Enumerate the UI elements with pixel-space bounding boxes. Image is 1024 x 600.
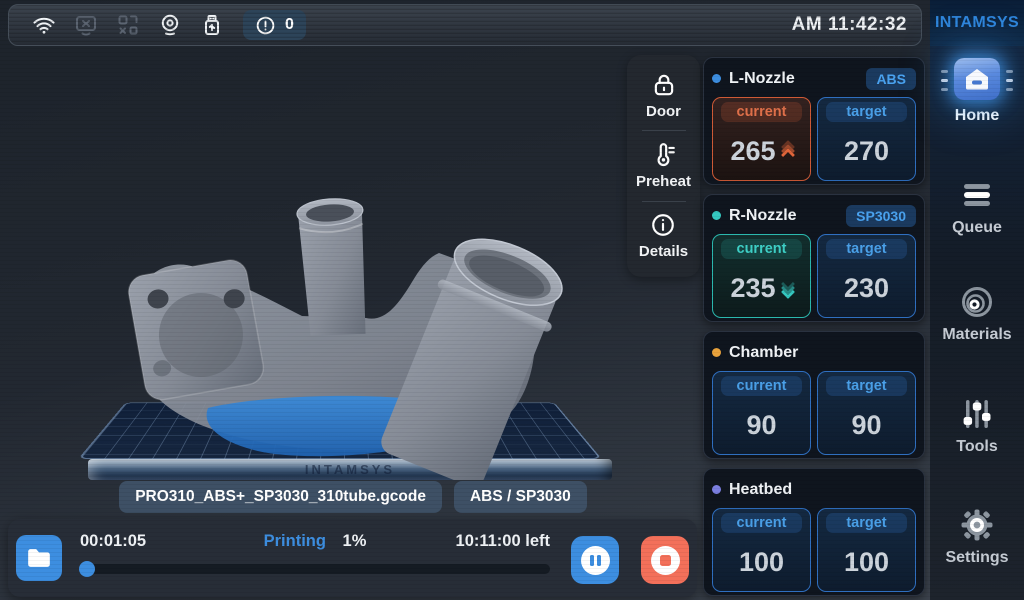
notification-badge[interactable]: 0 [243, 10, 306, 40]
preheat-button[interactable]: Preheat [636, 142, 691, 190]
target-value: 90 [851, 410, 881, 441]
trend-up-icon [783, 142, 793, 160]
current-value: 100 [739, 547, 784, 578]
status-dot [712, 211, 721, 220]
door-button[interactable]: Door [646, 72, 681, 120]
panel-title: Chamber [729, 344, 798, 362]
current-value: 265 [730, 136, 775, 167]
stop-button[interactable] [641, 536, 689, 584]
current-label: current [721, 513, 802, 533]
target-value: 100 [844, 547, 889, 578]
target-temp-card[interactable]: target 270 [817, 97, 916, 181]
panel-title: L-Nozzle [729, 70, 795, 88]
current-temp-card[interactable]: current 235 [712, 234, 811, 318]
details-button[interactable]: Details [639, 212, 688, 260]
thermometer-icon [651, 142, 677, 168]
sidebar-item-label: Queue [952, 219, 1002, 237]
sidebar-item-label: Materials [942, 326, 1011, 344]
current-temp-card[interactable]: current 100 [712, 508, 811, 592]
sidebar-item-settings[interactable]: Settings [930, 508, 1024, 567]
info-icon [650, 212, 676, 238]
quick-actions-panel: Door Preheat Details [627, 55, 700, 277]
target-label: target [826, 513, 907, 533]
material-badge: ABS [866, 68, 916, 90]
current-label: current [721, 376, 802, 396]
target-temp-card[interactable]: target 100 [817, 508, 916, 592]
percent-text: 1% [343, 532, 367, 550]
current-temp-card[interactable]: current 265 [712, 97, 811, 181]
preheat-label: Preheat [636, 173, 691, 190]
gcode-model-preview [40, 150, 640, 480]
sidebar-nav: INTAMSYS Home Queue Materi [930, 0, 1024, 600]
remaining-time: 10:11:00 left [456, 532, 550, 551]
gcode-filename-chip: PRO310_ABS+_SP3030_310tube.gcode [119, 481, 442, 513]
progress-bar[interactable] [80, 564, 550, 574]
model-viewer[interactable]: INTAMSYS [40, 150, 640, 480]
target-label: target [826, 102, 907, 122]
settings-gear-icon [960, 508, 994, 542]
sidebar-item-tools[interactable]: Tools [930, 397, 1024, 456]
status-dot [712, 74, 721, 83]
notification-count: 0 [285, 16, 294, 34]
status-dot [712, 348, 721, 357]
status-dot [712, 485, 721, 494]
clock-time: AM 11:42:32 [792, 14, 907, 36]
target-label: target [826, 376, 907, 396]
current-label: current [721, 102, 802, 122]
trend-down-icon [783, 279, 793, 297]
display-disconnected-icon [74, 12, 98, 38]
sidebar-item-label: Settings [945, 549, 1008, 567]
details-label: Details [639, 243, 688, 260]
status-text: Printing [264, 532, 326, 550]
status-bar: 0 AM 11:42:32 [8, 4, 922, 46]
target-value: 270 [844, 136, 889, 167]
target-label: target [826, 239, 907, 259]
temp-panel-chamber: Chamber current 90 target 90 [703, 331, 925, 459]
print-progress-panel: 00:01:05 Printing 1% 10:11:00 left [8, 519, 697, 597]
panel-title: Heatbed [729, 481, 792, 499]
progress-knob[interactable] [79, 561, 95, 577]
current-temp-card[interactable]: current 90 [712, 371, 811, 455]
sidebar-item-materials[interactable]: Materials [930, 285, 1024, 344]
current-label: current [721, 239, 802, 259]
material-badge: SP3030 [846, 205, 916, 227]
current-value: 235 [730, 273, 775, 304]
temp-panel-heatbed: Heatbed current 100 target 100 [703, 468, 925, 596]
elapsed-time: 00:01:05 [80, 532, 146, 551]
queue-icon [961, 178, 993, 212]
alert-icon [255, 15, 276, 36]
pause-icon [581, 546, 610, 575]
tools-sliders-icon [960, 397, 994, 431]
sidebar-item-queue[interactable]: Queue [930, 178, 1024, 237]
file-info-row: PRO310_ABS+_SP3030_310tube.gcode ABS / S… [0, 481, 706, 513]
files-button[interactable] [16, 535, 62, 581]
camera-icon [158, 12, 182, 38]
usb-drive-icon [200, 12, 224, 38]
target-temp-card[interactable]: target 90 [817, 371, 916, 455]
sidebar-item-label: Tools [956, 438, 997, 456]
divider [642, 201, 686, 202]
target-temp-card[interactable]: target 230 [817, 234, 916, 318]
door-label: Door [646, 103, 681, 120]
current-value: 90 [746, 410, 776, 441]
target-value: 230 [844, 273, 889, 304]
materials-chip: ABS / SP3030 [454, 481, 587, 513]
home-icon [954, 58, 1000, 100]
sidebar-item-label: Home [955, 107, 999, 125]
wifi-icon [32, 12, 56, 38]
pause-button[interactable] [571, 536, 619, 584]
panel-title: R-Nozzle [729, 207, 797, 225]
sidebar-item-home[interactable]: Home [930, 58, 1024, 125]
workflow-disconnected-icon [116, 12, 140, 38]
divider [642, 130, 686, 131]
temp-panel-l-nozzle: L-Nozzle ABS current 265 target 270 [703, 57, 925, 185]
brand-logo: INTAMSYS [930, 0, 1024, 46]
stop-icon [651, 546, 680, 575]
materials-spool-icon [960, 285, 994, 319]
lock-icon [651, 72, 677, 98]
folder-icon [26, 546, 52, 570]
temp-panel-r-nozzle: R-Nozzle SP3030 current 235 target 230 [703, 194, 925, 322]
